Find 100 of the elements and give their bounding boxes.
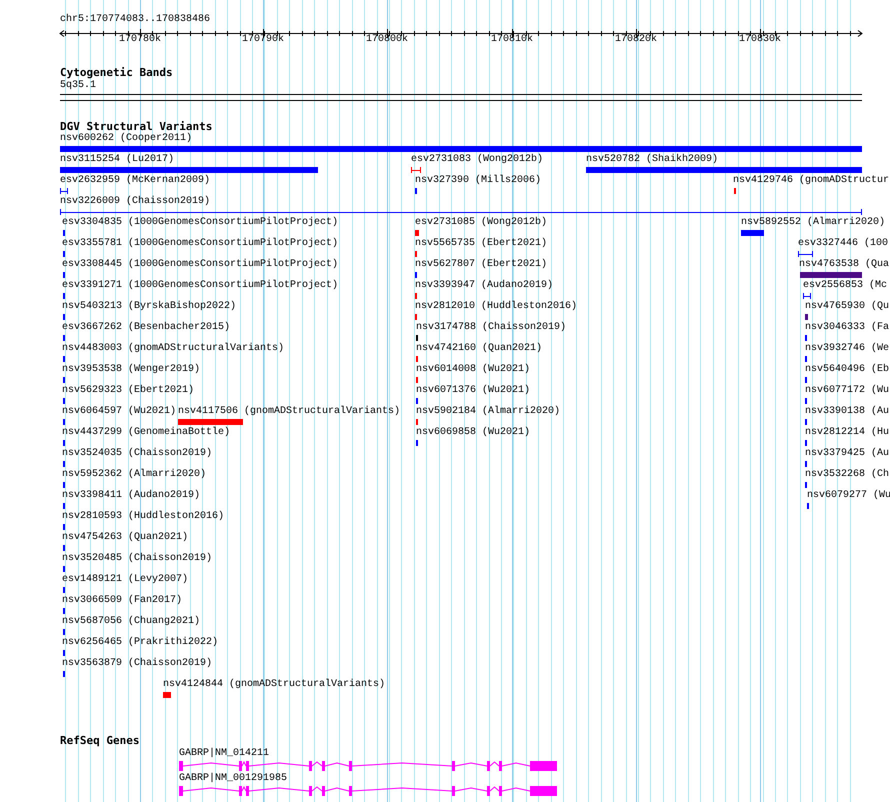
variant-label[interactable]: esv2556853 (Mc — [803, 280, 888, 292]
variant-label[interactable]: nsv520782 (Shaikh2009) — [586, 154, 718, 166]
variant-label[interactable]: nsv3932746 (We — [805, 343, 890, 355]
variant-label[interactable]: nsv4124844 (gnomADStructuralVariants) — [163, 679, 386, 691]
variant-tick[interactable] — [63, 440, 65, 446]
variant-label[interactable]: nsv6071376 (Wu2021) — [416, 385, 530, 397]
variant-label[interactable]: esv2731083 (Wong2012b) — [411, 154, 544, 166]
variant-label[interactable]: esv2731085 (Wong2012b) — [415, 217, 548, 229]
variant-tick[interactable] — [63, 398, 65, 404]
variant-tick[interactable] — [63, 566, 65, 572]
variant-tick[interactable] — [63, 251, 65, 257]
variant-tick[interactable] — [63, 419, 65, 425]
variant-tick[interactable] — [63, 650, 65, 656]
variant-span[interactable] — [798, 251, 813, 257]
variant-label[interactable]: nsv3046333 (Fa — [805, 322, 890, 334]
variant-block[interactable] — [415, 230, 419, 236]
variant-span[interactable] — [803, 293, 811, 299]
variant-tick[interactable] — [63, 503, 65, 509]
variant-label[interactable]: nsv3066509 (Fan2017) — [62, 595, 182, 607]
variant-tick[interactable] — [63, 356, 65, 362]
variant-label[interactable]: esv3667262 (Besenbacher2015) — [62, 322, 230, 334]
variant-tick[interactable] — [805, 440, 807, 446]
variant-label[interactable]: nsv5629323 (Ebert2021) — [62, 385, 194, 397]
variant-label[interactable]: nsv4437299 (GenomeinaBottle) — [62, 427, 230, 439]
variant-label[interactable]: nsv2810593 (Huddleston2016) — [62, 511, 224, 523]
variant-label[interactable]: nsv3398411 (Audano2019) — [62, 490, 200, 502]
variant-tick[interactable] — [415, 188, 417, 194]
variant-tick[interactable] — [63, 314, 65, 320]
variant-tick[interactable] — [416, 356, 418, 362]
variant-label[interactable]: nsv3390138 (Au — [805, 406, 890, 418]
variant-tick[interactable] — [415, 314, 417, 320]
variant-label[interactable]: esv2632959 (McKernan2009) — [60, 175, 210, 187]
variant-tick[interactable] — [63, 608, 65, 614]
variant-label[interactable]: nsv5902184 (Almarri2020) — [416, 406, 560, 418]
variant-span[interactable] — [60, 209, 862, 215]
variant-label[interactable]: nsv4763538 (Qua — [799, 259, 890, 271]
variant-tick[interactable] — [63, 482, 65, 488]
variant-label[interactable]: nsv4754263 (Quan2021) — [62, 532, 188, 544]
variant-label[interactable]: nsv3115254 (Lu2017) — [60, 154, 174, 166]
variant-label[interactable]: esv3327446 (100 — [798, 238, 888, 250]
variant-tick[interactable] — [416, 419, 418, 425]
variant-label[interactable]: nsv3563879 (Chaisson2019) — [62, 658, 212, 670]
variant-bar[interactable] — [800, 272, 862, 278]
variant-span[interactable] — [60, 188, 68, 194]
variant-tick[interactable] — [415, 272, 417, 278]
variant-tick[interactable] — [63, 587, 65, 593]
variant-label[interactable]: nsv2812010 (Huddleston2016) — [415, 301, 578, 313]
variant-tick[interactable] — [416, 440, 418, 446]
variant-label[interactable]: nsv2812214 (Hu — [805, 427, 890, 439]
variant-label[interactable]: nsv6069858 (Wu2021) — [416, 427, 530, 439]
variant-tick[interactable] — [805, 398, 807, 404]
variant-tick[interactable] — [63, 377, 65, 383]
variant-label[interactable]: nsv4117506 (gnomADStructuralVariants) — [178, 406, 400, 418]
variant-label[interactable]: esv1489121 (Levy2007) — [62, 574, 188, 586]
variant-label[interactable]: nsv4742160 (Quan2021) — [416, 343, 542, 355]
variant-label[interactable]: nsv600262 (Cooper2011) — [60, 133, 192, 145]
variant-label[interactable]: nsv5627807 (Ebert2021) — [415, 259, 548, 271]
variant-bar[interactable] — [60, 167, 318, 173]
variant-tick[interactable] — [734, 188, 736, 194]
variant-tick[interactable] — [416, 398, 418, 404]
variant-tick[interactable] — [807, 503, 809, 509]
variant-label[interactable]: nsv4765930 (Qu — [805, 301, 890, 313]
variant-label[interactable]: nsv5892552 (Almarri2020) — [741, 217, 886, 229]
gene-model-drawing[interactable] — [178, 785, 560, 797]
variant-label[interactable]: esv3308445 (1000GenomesConsortiumPilotProject) — [62, 259, 338, 271]
variant-label[interactable]: nsv6014008 (Wu2021) — [416, 364, 530, 376]
variant-block[interactable] — [163, 692, 171, 698]
variant-span[interactable] — [411, 167, 421, 173]
variant-tick[interactable] — [63, 629, 65, 635]
variant-label[interactable]: nsv5640496 (Eb — [805, 364, 890, 376]
variant-bar[interactable] — [586, 167, 862, 173]
variant-bar[interactable] — [60, 146, 862, 152]
gene-model-drawing[interactable] — [178, 760, 560, 772]
variant-bar[interactable] — [741, 230, 764, 236]
variant-tick[interactable] — [63, 272, 65, 278]
variant-tick[interactable] — [805, 482, 807, 488]
gene-label[interactable]: GABRP|NM_001291985 — [179, 773, 288, 785]
variant-label[interactable]: nsv6064597 (Wu2021) — [62, 406, 176, 418]
variant-label[interactable]: esv3355781 (1000GenomesConsortiumPilotProject) — [62, 238, 338, 250]
variant-tick[interactable] — [63, 335, 65, 341]
variant-label[interactable]: nsv6079277 (Wu — [807, 490, 890, 502]
variant-tick[interactable] — [63, 524, 65, 530]
variant-label[interactable]: nsv3524035 (Chaisson2019) — [62, 448, 212, 460]
variant-tick[interactable] — [416, 335, 418, 341]
variant-tick[interactable] — [416, 377, 418, 383]
gene-label[interactable]: GABRP|NM_014211 — [179, 748, 270, 760]
variant-tick[interactable] — [63, 461, 65, 467]
variant-tick[interactable] — [805, 419, 807, 425]
variant-tick[interactable] — [63, 545, 65, 551]
variant-tick[interactable] — [805, 377, 807, 383]
variant-tick[interactable] — [63, 293, 65, 299]
variant-label[interactable]: nsv4483003 (gnomADStructuralVariants) — [62, 343, 284, 355]
variant-label[interactable]: nsv6256465 (Prakrithi2022) — [62, 637, 218, 649]
variant-label[interactable]: nsv6077172 (Wu — [805, 385, 890, 397]
variant-tick[interactable] — [63, 671, 65, 677]
variant-tick[interactable] — [415, 293, 417, 299]
variant-label[interactable]: esv3304835 (1000GenomesConsortiumPilotProject) — [62, 217, 338, 229]
variant-label[interactable]: nsv3379425 (Au — [805, 448, 890, 460]
variant-label[interactable]: nsv5687056 (Chuang2021) — [62, 616, 200, 628]
variant-label[interactable]: nsv5403213 (ByrskaBishop2022) — [62, 301, 236, 313]
